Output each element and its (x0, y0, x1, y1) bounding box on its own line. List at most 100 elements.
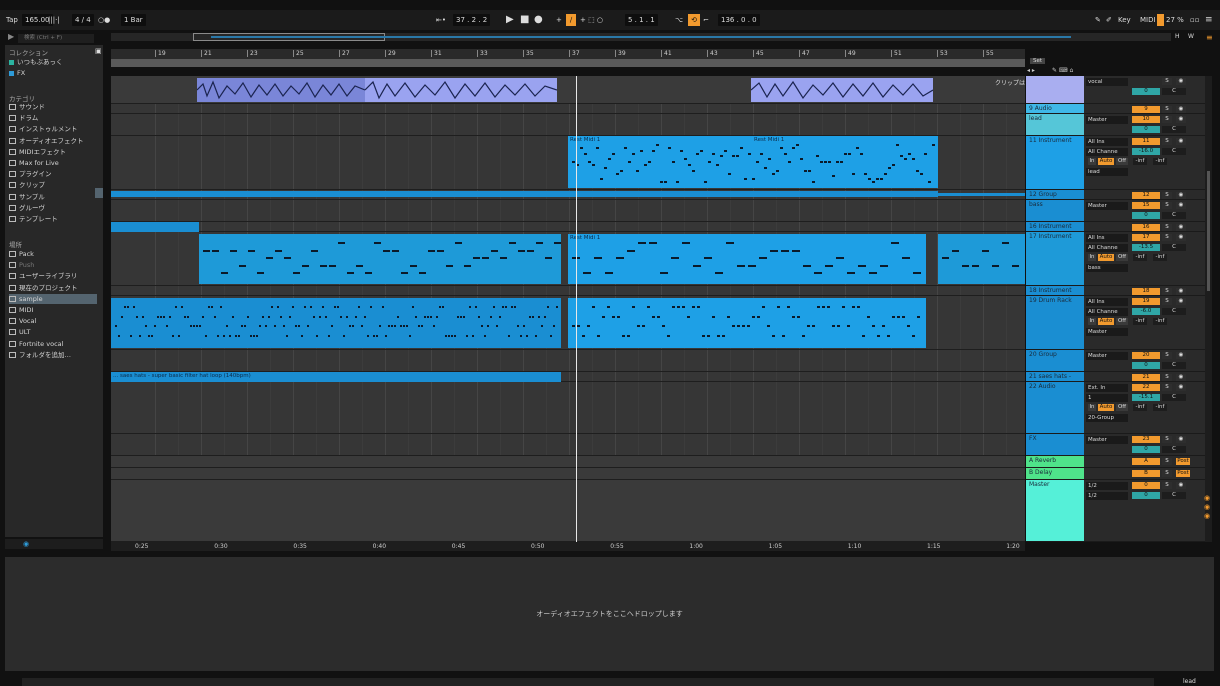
track-activator[interactable]: 9 (1132, 106, 1160, 113)
preview-bar[interactable]: ◉ (5, 539, 103, 549)
category-item[interactable]: テンプレート (9, 214, 97, 224)
input-type-select[interactable]: Master (1086, 436, 1128, 444)
arm-button[interactable]: ◉ (1176, 352, 1186, 359)
volume-field[interactable]: 0 (1132, 492, 1160, 499)
track-activator[interactable]: 22 (1132, 384, 1160, 391)
bass-group-clip[interactable] (111, 222, 199, 232)
volume-field[interactable]: 0 (1132, 88, 1160, 95)
track-activator[interactable]: 15 (1132, 202, 1160, 209)
h-button[interactable]: H (1175, 33, 1180, 40)
place-item[interactable]: Vocal (9, 316, 97, 326)
solo-button[interactable]: S (1162, 482, 1172, 489)
track-header[interactable]: bass (1026, 200, 1084, 222)
set-button[interactable]: Set (1030, 58, 1046, 64)
volume-field[interactable]: 0 (1132, 446, 1160, 453)
place-item[interactable]: ULT (9, 327, 97, 337)
group-12-strip-end[interactable] (938, 193, 1025, 196)
volume-field[interactable]: -6.0 (1132, 308, 1160, 315)
input-channel-select[interactable]: All Channe (1086, 308, 1128, 316)
track-activator[interactable]: 0 (1132, 482, 1160, 489)
solo-button[interactable]: S (1162, 192, 1172, 199)
tap-button[interactable]: Tap (6, 14, 18, 26)
post-button[interactable]: Post (1176, 470, 1190, 477)
solo-button[interactable]: S (1162, 470, 1172, 477)
input-type-select[interactable]: All Ins (1086, 298, 1128, 306)
track-header[interactable]: Master (1026, 480, 1084, 542)
track-header[interactable]: 16 Instrument (1026, 222, 1084, 232)
stop-icon[interactable]: ■ (520, 14, 529, 26)
input-type-select[interactable]: vocal (1086, 78, 1128, 86)
pan-field[interactable]: C (1162, 492, 1186, 499)
input-channel-select[interactable]: 1 (1086, 394, 1128, 402)
arm-button[interactable]: ◉ (1176, 138, 1186, 145)
track-activator[interactable]: 12 (1132, 192, 1160, 199)
output-select[interactable]: bass (1086, 264, 1128, 272)
monitor-in-button[interactable]: In (1088, 404, 1096, 411)
time-signature-field[interactable]: 4 / 4 (72, 14, 94, 26)
track-activator[interactable]: B (1132, 470, 1160, 477)
arm-button[interactable]: ◉ (1176, 234, 1186, 241)
monitor-auto-button[interactable]: Auto (1098, 158, 1114, 165)
volume-field[interactable]: -15.1 (1132, 394, 1160, 401)
solo-button[interactable]: S (1162, 288, 1172, 295)
bass-midi-clip-2[interactable]: Rest Midi 1 (568, 234, 926, 284)
browser-toggle-icon[interactable]: ▶ (8, 32, 14, 41)
pan-field[interactable]: C (1162, 308, 1186, 315)
output-select[interactable]: 20-Group (1086, 414, 1128, 422)
input-channel-select[interactable]: 1/2 (1086, 492, 1128, 500)
category-item[interactable]: グルーヴ (9, 203, 97, 213)
song-position-field[interactable]: 37 . 2 . 2 (453, 14, 491, 26)
arm-button[interactable]: ◉ (1176, 78, 1186, 85)
track-activator[interactable]: 16 (1132, 224, 1160, 231)
arm-button[interactable]: ◉ (1176, 436, 1186, 443)
locator-nav-icon[interactable]: ◂ ▸ (1027, 67, 1035, 74)
track-activator[interactable]: 21 (1132, 374, 1160, 381)
arm-button[interactable]: ◉ (1176, 288, 1186, 295)
hats-audio-clip[interactable]: ... saes hats - super basic filter hat l… (111, 372, 561, 382)
automation-arm-icon[interactable]: ∕ (566, 14, 576, 26)
loop-length-field[interactable]: 136 . 0 . 0 (718, 14, 760, 26)
overview-strip[interactable] (111, 33, 1171, 41)
browser-search-input[interactable]: 検索 (Ctrl + F) (18, 34, 94, 43)
overdub-icon[interactable]: + (556, 14, 562, 26)
punch-out-icon[interactable]: ⌐ (703, 14, 709, 26)
category-item[interactable]: MIDIエフェクト (9, 147, 97, 157)
side-toggle-icons[interactable]: ◉ ◉ ◉ (1204, 494, 1210, 521)
place-item[interactable]: sample (9, 293, 97, 304)
volume-field[interactable]: 0 (1132, 212, 1160, 219)
preview-icon[interactable]: ◉ (23, 540, 29, 548)
category-item[interactable]: インストゥルメント (9, 124, 97, 134)
track-header[interactable] (1026, 76, 1084, 104)
track-tools-icon[interactable]: ✎ ⌨ ⌂ (1052, 67, 1073, 74)
category-item[interactable]: プラグイン (9, 169, 97, 179)
draw-mode-icon[interactable]: ✎ (1095, 14, 1101, 26)
arm-button[interactable]: ◉ (1176, 482, 1186, 489)
lead-midi-clip[interactable]: Rest Midi 1 Rest Midi 1 (568, 136, 938, 188)
arm-button[interactable]: ◉ (1176, 384, 1186, 391)
place-item[interactable]: 現在のプロジェクト (9, 283, 97, 293)
track-activator[interactable]: 10 (1132, 116, 1160, 123)
arm-button[interactable]: ◉ (1176, 298, 1186, 305)
input-type-select[interactable]: 1/2 (1086, 482, 1128, 490)
monitor-off-button[interactable]: Off (1116, 254, 1128, 261)
output-select[interactable]: lead (1086, 168, 1128, 176)
track-header[interactable]: 18 Instrument (1026, 286, 1084, 296)
input-type-select[interactable]: Master (1086, 352, 1128, 360)
input-type-select[interactable]: Master (1086, 202, 1128, 210)
solo-button[interactable]: S (1162, 78, 1172, 85)
category-item[interactable]: Max for Live (9, 158, 97, 168)
pan-field[interactable]: C (1162, 446, 1186, 453)
volume-field[interactable]: -16.0 (1132, 148, 1160, 155)
quantize-select[interactable]: 1 Bar (121, 14, 146, 26)
arrangement-view[interactable]: クリップは Rest Midi 1 Rest Midi 1 Rest Midi … (111, 76, 1025, 542)
solo-button[interactable]: S (1162, 224, 1172, 231)
solo-button[interactable]: S (1162, 138, 1172, 145)
solo-button[interactable]: S (1162, 116, 1172, 123)
arm-button[interactable]: ◉ (1176, 116, 1186, 123)
punch-in-icon[interactable]: ⌥ (675, 14, 683, 26)
track-header[interactable]: 20 Group (1026, 350, 1084, 372)
pan-field[interactable]: C (1162, 126, 1186, 133)
arm-button[interactable]: ◉ (1176, 202, 1186, 209)
category-item[interactable]: サンプル (9, 192, 97, 202)
track-header[interactable]: A Reverb (1026, 456, 1084, 468)
